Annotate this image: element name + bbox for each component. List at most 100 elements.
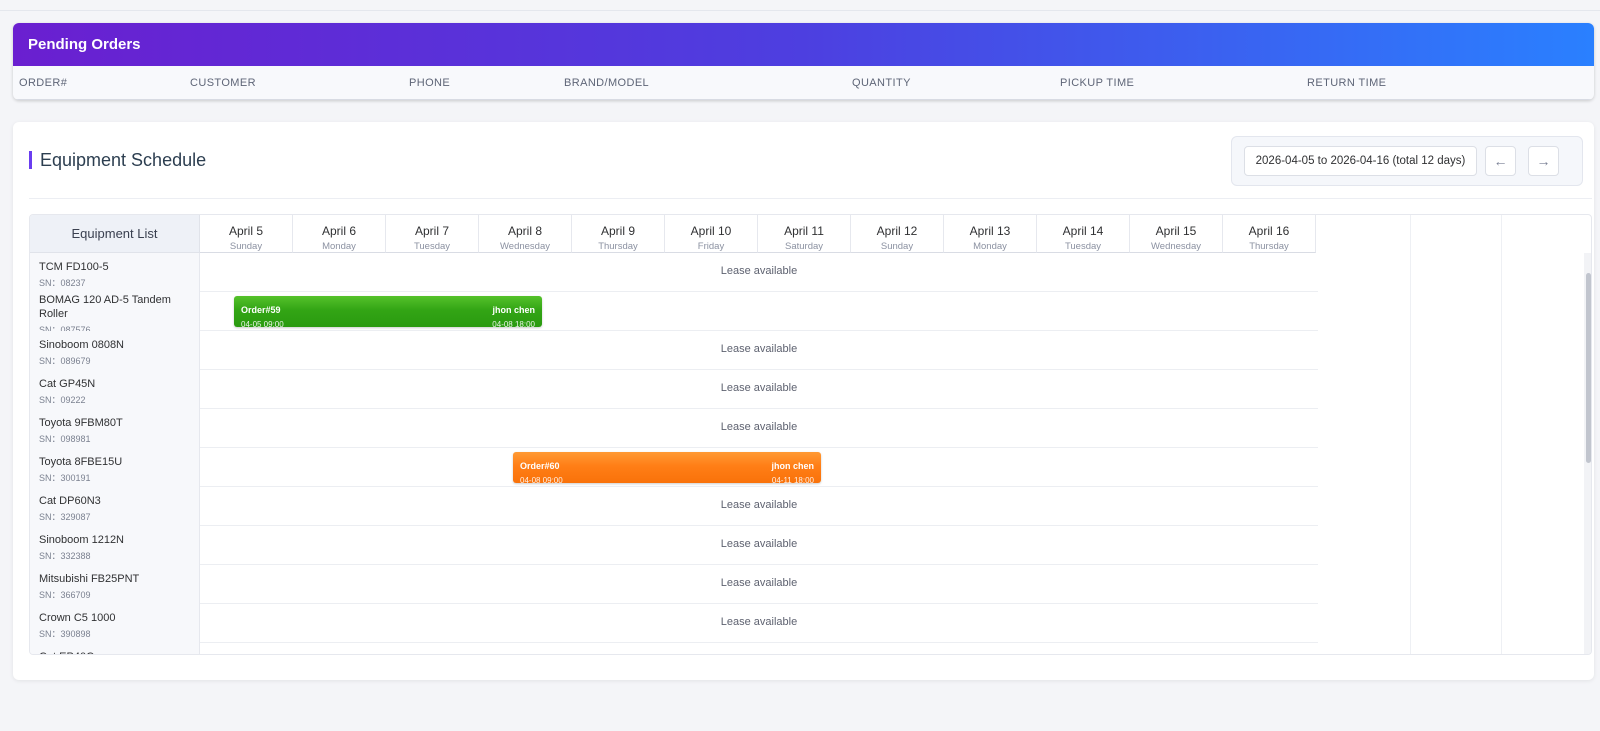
schedule-title: Equipment Schedule	[29, 151, 206, 169]
equipment-name: Mitsubishi FB25PNT	[39, 573, 140, 585]
day-header: April 15 Wednesday	[1130, 215, 1223, 253]
day-header: April 8 Wednesday	[479, 215, 572, 253]
day-weekday: Monday	[322, 241, 356, 252]
scrollbar-thumb[interactable]	[1586, 273, 1591, 463]
lease-available-text: Lease available	[720, 421, 798, 433]
schedule-grid: Equipment List April 5 Sunday April 6 Monda…	[29, 214, 1592, 655]
equipment-serial: SN：089679	[39, 356, 91, 366]
day-weekday: Saturday	[784, 241, 824, 252]
equipment-serial: SN：329087	[39, 512, 91, 522]
equipment-schedule-card: Equipment Schedule 2026-04-05 to 2026-04…	[13, 122, 1594, 680]
equipment-row: Cat EP40CLease available	[30, 643, 1577, 654]
prev-range-button[interactable]: ←	[1485, 146, 1516, 176]
equipment-serial: SN：098981	[39, 434, 91, 444]
col-quantity[interactable]: QUANTITY	[852, 77, 911, 89]
date-range-label[interactable]: 2026-04-05 to 2026-04-16 (total 12 days)	[1244, 146, 1477, 176]
day-date: April 7	[414, 224, 449, 238]
day-date: April 8	[507, 224, 542, 238]
equipment-serial: SN：08237	[39, 278, 86, 288]
order-bar[interactable]: Order#59 jhon chen 04-05 09:00 04-08 18:00	[234, 296, 542, 327]
order-id: Order#60	[520, 461, 560, 471]
col-brand-model[interactable]: BRAND/MODEL	[564, 77, 649, 89]
day-date: April 14	[1062, 224, 1104, 238]
equipment-name: Toyota 9FBM80T	[39, 417, 123, 429]
equipment-label[interactable]: Crown C5 1000 SN：390898	[30, 604, 200, 643]
equipment-label[interactable]: Sinoboom 1212N SN：332388	[30, 526, 200, 565]
day-weekday: Monday	[973, 241, 1007, 252]
equipment-serial: SN：300191	[39, 473, 91, 483]
equipment-name: Cat DP60N3	[39, 495, 101, 507]
equipment-serial: SN：09222	[39, 395, 86, 405]
equipment-row: Cat GP45N SN：09222 Lease available	[30, 370, 1577, 409]
order-start-time: 04-08 09:00	[520, 476, 563, 483]
day-weekday: Thursday	[1249, 241, 1289, 252]
equipment-row: TCM FD100-5 SN：08237 Lease available	[30, 253, 1577, 292]
col-phone[interactable]: PHONE	[409, 77, 450, 89]
day-date: April 10	[690, 224, 732, 238]
equipment-row: BOMAG 120 AD-5 Tandem Roller SN：087576 Ord…	[30, 292, 1577, 335]
equipment-name: Cat GP45N	[39, 378, 96, 390]
order-customer: jhon chen	[492, 305, 536, 315]
lease-available-text: Lease available	[720, 577, 798, 589]
equipment-name: Toyota 8FBE15U	[39, 456, 123, 468]
equipment-row: Mitsubishi FB25PNT SN：366709 Lease availab…	[30, 565, 1577, 604]
pending-orders-panel: Pending Orders ORDER# CUSTOMER PHONE BRA…	[13, 23, 1594, 100]
day-header: April 13 Monday	[944, 215, 1037, 253]
equipment-label[interactable]: Cat GP45N SN：09222	[30, 370, 200, 409]
day-weekday: Tuesday	[413, 241, 451, 252]
day-date: April 12	[876, 224, 918, 238]
lease-available-text: Lease available	[720, 382, 798, 394]
day-weekday: Friday	[697, 241, 725, 252]
day-header: April 12 Sunday	[851, 215, 944, 253]
equipment-row: Toyota 8FBE15U SN：300191 Order#60 jhon chen…	[30, 448, 1577, 487]
equipment-serial: SN：390898	[39, 629, 91, 639]
day-date: April 16	[1248, 224, 1290, 238]
equipment-serial: SN：332388	[39, 551, 91, 561]
day-header: April 9 Thursday	[572, 215, 665, 253]
day-weekday: Thursday	[598, 241, 638, 252]
col-return-time[interactable]: RETURN TIME	[1307, 77, 1386, 89]
day-date: April 15	[1155, 224, 1197, 238]
equipment-name: BOMAG 120 AD-5 Tandem Roller	[39, 294, 171, 320]
lease-available-text: Lease available	[720, 343, 798, 355]
day-weekday: Wednesday	[500, 241, 550, 252]
order-id: Order#59	[241, 305, 281, 315]
day-header: April 11 Saturday	[758, 215, 851, 253]
day-weekday: Wednesday	[1151, 241, 1201, 252]
equipment-row: Sinoboom 0808N SN：089679 Lease available	[30, 331, 1577, 370]
equipment-name: TCM FD100-5	[39, 261, 109, 273]
next-range-button[interactable]: →	[1528, 146, 1559, 176]
day-header: April 14 Tuesday	[1037, 215, 1130, 253]
lease-available-text: Lease available	[720, 265, 798, 277]
equipment-label[interactable]: Toyota 8FBE15U SN：300191	[30, 448, 200, 487]
equipment-label[interactable]: Mitsubishi FB25PNT SN：366709	[30, 565, 200, 604]
order-end-time: 04-11 18:00	[771, 476, 814, 483]
col-pickup-time[interactable]: PICKUP TIME	[1060, 77, 1134, 89]
equipment-list-header: Equipment List	[30, 215, 200, 253]
equipment-row: Crown C5 1000 SN：390898 Lease available	[30, 604, 1577, 643]
equipment-label[interactable]: TCM FD100-5 SN：08237	[30, 253, 200, 292]
day-header: April 7 Tuesday	[386, 215, 479, 253]
day-date: April 13	[969, 224, 1011, 238]
equipment-label[interactable]: Cat EP40C	[30, 643, 200, 654]
schedule-divider	[29, 198, 1592, 199]
day-weekday: Sunday	[880, 241, 914, 252]
order-end-time: 04-08 18:00	[492, 320, 535, 327]
equipment-label[interactable]: Cat DP60N3 SN：329087	[30, 487, 200, 526]
equipment-name: Sinoboom 1212N	[39, 534, 125, 546]
equipment-label[interactable]: Toyota 9FBM80T SN：098981	[30, 409, 200, 448]
lease-available-text: Lease available	[720, 538, 798, 550]
order-bar[interactable]: Order#60 jhon chen 04-08 09:00 04-11 18:00	[513, 452, 821, 483]
equipment-row: Cat DP60N3 SN：329087 Lease available	[30, 487, 1577, 526]
equipment-name: Sinoboom 0808N	[39, 339, 125, 351]
order-start-time: 04-05 09:00	[241, 320, 284, 327]
day-header: April 10 Friday	[665, 215, 758, 253]
equipment-name: Crown C5 1000	[39, 612, 116, 624]
col-order-number[interactable]: ORDER#	[19, 77, 67, 89]
pending-orders-title: Pending Orders	[13, 23, 1594, 66]
date-range-controls: 2026-04-05 to 2026-04-16 (total 12 days)…	[1231, 136, 1583, 186]
col-customer[interactable]: CUSTOMER	[190, 77, 256, 89]
equipment-label[interactable]: Sinoboom 0808N SN：089679	[30, 331, 200, 370]
equipment-serial: SN：366709	[39, 590, 91, 600]
equipment-label[interactable]: BOMAG 120 AD-5 Tandem Roller SN：087576	[30, 292, 200, 335]
